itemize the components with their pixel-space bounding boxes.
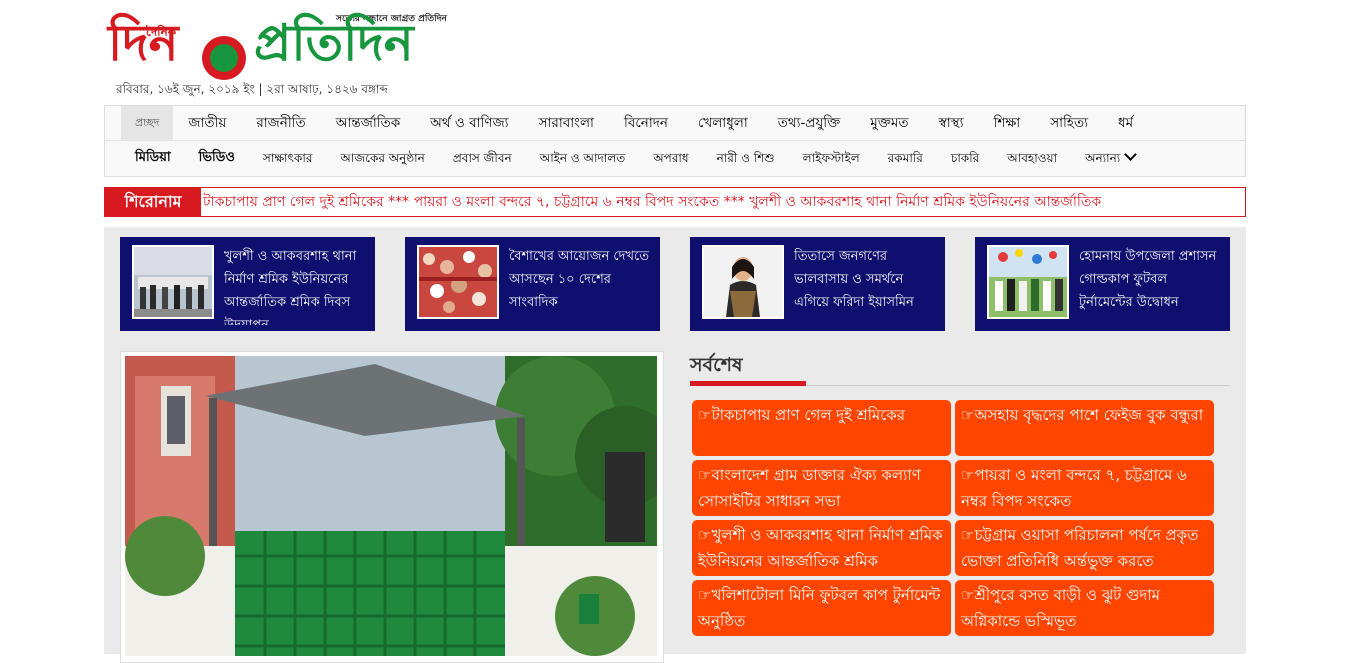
latest-news-item[interactable]: ☞টাকচাপায় প্রাণ গেল দুই শ্রমিকের (692, 400, 951, 456)
lead-story-card[interactable] (120, 351, 664, 663)
nav-row-primary: প্রচ্ছদ জাতীয় রাজনীতি আন্তর্জাতিক অর্থ ও বা… (121, 106, 1148, 140)
nav-item[interactable]: রকমারি (874, 141, 937, 175)
latest-news-item[interactable]: ☞বাংলাদেশ গ্রাম ডাক্তার ঐক্য কল্যাণ সোসা… (692, 460, 951, 516)
nav-item-label: ভিডিও (198, 150, 235, 165)
nav-item-label: অন্যান্য (1085, 151, 1121, 165)
nav-item-label: চাকরি (950, 151, 980, 165)
nav-item[interactable]: অন্যান্য (1071, 141, 1149, 175)
nav-item[interactable]: আজকের অনুষ্ঠান (326, 141, 438, 175)
latest-news-item[interactable]: ☞খলিশাটোলা মিনি ফুটবল কাপ টুর্নামেন্ট অন… (692, 580, 951, 636)
nav-item[interactable]: রাজনীতি (241, 106, 320, 140)
nav-item[interactable]: আইন ও আদালত (526, 141, 640, 175)
nav-item-label: আইন ও আদালত (539, 151, 626, 165)
nav-item-label: আবহাওয়া (1007, 151, 1058, 165)
latest-news-item[interactable]: ☞খুলশী ও আকবরশাহ থানা নির্মাণ শ্রমিক ইউন… (692, 520, 951, 576)
nav-item-label: রকমারি (887, 151, 923, 165)
nav-item-label: নারী ও শিশু (716, 151, 775, 165)
nav-item[interactable]: শিক্ষা (979, 106, 1036, 140)
featured-card[interactable]: তিতাসে জনগণের ভালবাসায় ও সমর্থনে এগিয়ে… (690, 237, 945, 331)
featured-title[interactable]: খুলশী ও আকবরশাহ থানা নির্মাণ শ্রমিক ইউনি… (224, 245, 369, 325)
nav-item-label: অপরাধ (653, 151, 689, 165)
headline-ticker: শিরোনাম টাকচাপায় প্রাণ গেল দুই শ্রমিকের… (104, 187, 1246, 217)
featured-title[interactable]: তিতাসে জনগণের ভালবাসায় ও সমর্থনে এগিয়ে… (794, 245, 939, 325)
latest-section-title: সর্বশেষ (690, 354, 743, 376)
logo-word-2: প্রতিদিন (254, 14, 414, 72)
featured-thumbnail[interactable] (987, 245, 1069, 319)
content-area: খুলশী ও আকবরশাহ থানা নির্মাণ শ্রমিক ইউনি… (104, 227, 1246, 663)
nav-item[interactable]: খেলাধুলা (683, 106, 763, 140)
nav-item[interactable]: চাকরি (937, 141, 993, 175)
featured-title[interactable]: বৈশাখের আয়োজন দেখতে আসছেন ১০ দেশের সাংব… (509, 245, 654, 325)
featured-title[interactable]: হোমনায় উপজেলা প্রশাসন গোল্ডকাপ ফুটবল টু… (1079, 245, 1224, 325)
ticker-text[interactable]: টাকচাপায় প্রাণ গেল দুই শ্রমিকের *** পায… (203, 188, 1101, 216)
nav-item[interactable]: মিডিয়া (121, 141, 185, 175)
nav-item[interactable]: মুক্তমত (855, 106, 923, 140)
featured-thumbnail[interactable] (702, 245, 784, 319)
ticker-label: শিরোনাম (105, 188, 201, 216)
nav-item-label: প্রবাস জীবন (452, 151, 512, 165)
featured-card[interactable]: খুলশী ও আকবরশাহ থানা নির্মাণ শ্রমিক ইউনি… (120, 237, 375, 331)
latest-news-item[interactable]: ☞অসহায় বৃদ্ধদের পাশে ফেইজ বুক বন্ধুরা (955, 400, 1214, 456)
nav-item[interactable]: আবহাওয়া (993, 141, 1071, 175)
lead-story-image[interactable] (125, 356, 657, 656)
nav-item[interactable]: অপরাধ (639, 141, 702, 175)
nav-item-label: সাক্ষাৎকার (262, 151, 313, 165)
nav-item[interactable]: ধর্ম (1103, 106, 1148, 140)
featured-thumbnail[interactable] (417, 245, 499, 319)
nav-item-label: মিডিয়া (135, 150, 171, 165)
logo-word-1: দিন (108, 14, 179, 72)
nav-item[interactable]: তথ্য-প্রযুক্তি (763, 106, 856, 140)
featured-card[interactable]: হোমনায় উপজেলা প্রশাসন গোল্ডকাপ ফুটবল টু… (975, 237, 1230, 331)
nav-item[interactable]: জাতীয় (173, 106, 241, 140)
chevron-down-icon (1124, 148, 1138, 161)
nav-item[interactable]: প্রবাস জীবন (439, 141, 526, 175)
latest-news-section: সর্বশেষ ☞টাকচাপায় প্রাণ গেল দুই শ্রমিকে… (690, 351, 1230, 661)
nav-item[interactable]: ভিডিও (185, 141, 249, 175)
nav-item-label: লাইফস্টাইল (802, 151, 860, 165)
nav-item[interactable]: অর্থ ও বাণিজ্য (415, 106, 523, 140)
latest-news-item[interactable]: ☞শ্রীপুরে বসত বাড়ী ও ঝুট গুদাম অগ্নিকান… (955, 580, 1214, 636)
latest-news-item[interactable]: ☞চট্টগ্রাম ওয়াসা পরিচালনা পর্ষদে প্রকৃত… (955, 520, 1214, 576)
latest-title-underline (690, 381, 806, 386)
nav-item[interactable]: বিনোদন (609, 106, 683, 140)
nav-item[interactable]: নারী ও শিশু (703, 141, 789, 175)
main-nav: প্রচ্ছদ জাতীয় রাজনীতি আন্তর্জাতিক অর্থ ও বা… (104, 105, 1246, 177)
nav-item[interactable]: লাইফস্টাইল (789, 141, 874, 175)
nav-item[interactable]: সারাবাংলা (524, 106, 609, 140)
featured-card[interactable]: বৈশাখের আয়োজন দেখতে আসছেন ১০ দেশের সাংব… (405, 237, 660, 331)
globe-icon (202, 36, 246, 80)
nav-item[interactable]: স্বাস্থ্য (924, 106, 979, 140)
nav-row-secondary: মিডিয়া ভিডিও সাক্ষাৎকার আজকের অনুষ্ঠান প্রব… (121, 141, 1149, 175)
nav-item[interactable]: আন্তর্জাতিক (321, 106, 415, 140)
nav-item-label: আজকের অনুষ্ঠান (340, 151, 425, 165)
featured-thumbnail[interactable] (132, 245, 214, 319)
nav-item[interactable]: সাক্ষাৎকার (249, 141, 327, 175)
latest-news-item[interactable]: ☞পায়রা ও মংলা বন্দরে ৭, চট্টগ্রামে ৬ নম… (955, 460, 1214, 516)
date-line: রবিবার, ১৬ই জুন, ২০১৯ ইং | ২রা আষাঢ়, ১৪… (116, 82, 388, 96)
nav-item[interactable]: সাহিত্য (1035, 106, 1103, 140)
nav-item[interactable]: প্রচ্ছদ (121, 106, 174, 140)
